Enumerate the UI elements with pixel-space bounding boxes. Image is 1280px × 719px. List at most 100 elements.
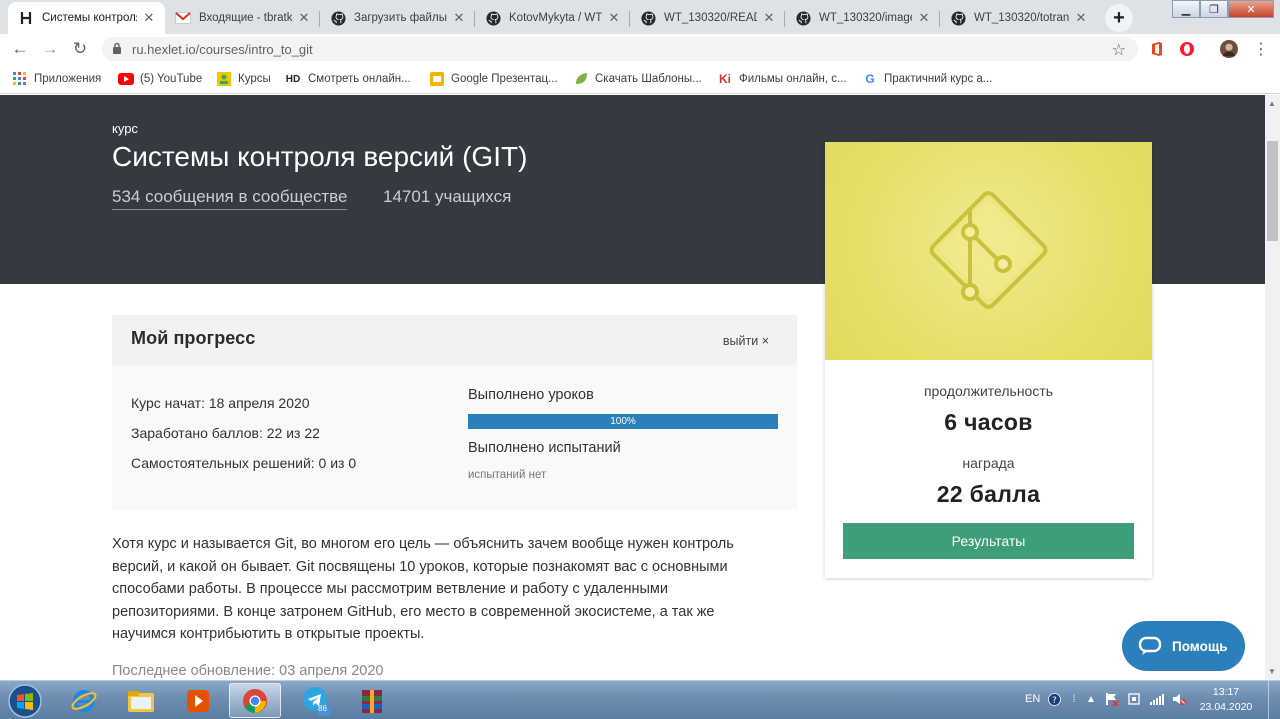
taskbar-media-player[interactable] [172, 683, 224, 718]
bookmark-courses[interactable]: Курсы [216, 71, 271, 87]
avatar[interactable] [1220, 40, 1238, 58]
progress-header: Мой прогресс выйти × [112, 315, 797, 365]
maximize-button[interactable]: ❐ [1200, 0, 1228, 18]
tab-github-totran[interactable]: WT_130320/totran ✕ [940, 2, 1097, 34]
bookmark-templates[interactable]: Скачать Шаблоны... [573, 71, 702, 87]
close-icon[interactable]: ✕ [916, 10, 932, 26]
close-icon[interactable]: ✕ [606, 10, 622, 26]
page-scrollbar[interactable]: ▲ ▼ [1265, 95, 1280, 680]
menu-kebab-icon[interactable]: ⋮ [1250, 38, 1272, 60]
volume-muted-icon[interactable] [1172, 692, 1186, 706]
bookmark-youtube[interactable]: (5) YouTube [118, 71, 202, 87]
git-logo-banner [825, 142, 1152, 360]
tab-github-kotov[interactable]: KotovMykyta / WT_ ✕ [475, 2, 630, 34]
scroll-down-arrow-icon[interactable]: ▼ [1268, 667, 1276, 676]
chrome-icon [243, 688, 267, 713]
close-window-button[interactable]: ✕ [1228, 0, 1274, 18]
tab-title: Входящие - tbratk [199, 12, 292, 24]
bookmark-label: Фильмы онлайн, с... [739, 73, 847, 85]
tab-title: Загрузить файлы · [354, 12, 447, 24]
bookmark-apps[interactable]: Приложения [12, 71, 101, 87]
points-earned: Заработано баллов: 22 из 22 [131, 425, 320, 441]
github-icon [950, 10, 966, 26]
bookmark-google-slides[interactable]: Google Презентац... [429, 71, 558, 87]
forward-arrow-icon[interactable]: → [39, 38, 61, 60]
courses-icon [216, 71, 232, 87]
taskbar-ie[interactable] [58, 683, 110, 718]
opera-extension-icon[interactable] [1178, 40, 1196, 58]
scroll-up-arrow-icon[interactable]: ▲ [1268, 99, 1276, 108]
device-icon[interactable] [1127, 692, 1141, 706]
reload-icon[interactable]: ↻ [69, 38, 91, 60]
git-icon [929, 191, 1048, 309]
system-clock[interactable]: 13:17 23.04.2020 [1196, 685, 1256, 715]
signal-bars-icon[interactable] [1150, 692, 1164, 706]
tab-title: KotovMykyta / WT_ [509, 12, 602, 24]
network-flag-icon[interactable] [1105, 692, 1119, 706]
taskbar-winrar[interactable] [346, 683, 398, 718]
tab-github-readme[interactable]: WT_130320/READM ✕ [630, 2, 785, 34]
progress-card: Мой прогресс выйти × Курс начат: 18 апре… [112, 315, 797, 510]
tab-systems[interactable]: Системы контроля версий ✕ [8, 2, 165, 34]
close-icon[interactable]: ✕ [296, 10, 312, 26]
page-title: Системы контроля версий (GIT) [112, 141, 528, 172]
hd-icon: HD [285, 73, 301, 85]
course-description: Хотя курс и называется Git, во многом ег… [112, 536, 734, 642]
tab-github-upload[interactable]: Загрузить файлы · ✕ [320, 2, 475, 34]
kinogo-icon: Ki [719, 72, 731, 86]
bookmark-label: Курсы [238, 73, 271, 85]
bookmark-label: Google Презентац... [451, 73, 558, 85]
close-icon[interactable]: ✕ [1073, 10, 1089, 26]
leaf-icon [573, 71, 589, 87]
tray-expand-icon[interactable]: ⁞ [1067, 692, 1081, 706]
bookmark-films[interactable]: Ki Фильмы онлайн, с... [717, 71, 847, 87]
chat-bubble-icon [1138, 636, 1162, 656]
course-summary-card: продолжительность 6 часов награда 22 бал… [825, 142, 1152, 578]
google-slides-icon [429, 71, 445, 87]
new-tab-button[interactable]: + [1105, 4, 1133, 32]
svg-text:?: ? [1052, 696, 1057, 706]
close-icon[interactable]: ✕ [141, 10, 157, 26]
community-link[interactable]: 534 сообщения в сообществе [112, 187, 348, 210]
help-button[interactable]: Помощь [1122, 621, 1245, 671]
youtube-icon [118, 71, 134, 87]
duration-value: 6 часов [944, 409, 1033, 435]
office-extension-icon[interactable] [1148, 40, 1166, 58]
back-arrow-icon[interactable]: ← [9, 38, 31, 60]
address-bar[interactable]: ru.hexlet.io/courses/intro_to_git ☆ [102, 37, 1138, 61]
chevron-up-icon[interactable]: ▲ [1084, 692, 1098, 706]
bookmark-label: Приложения [34, 73, 102, 85]
help-label: Помощь [1172, 638, 1228, 654]
clock-date: 23.04.2020 [1199, 701, 1253, 713]
media-player-icon [187, 689, 209, 712]
language-indicator[interactable]: EN [1025, 693, 1040, 705]
github-icon [485, 10, 501, 26]
show-desktop-button[interactable] [1268, 681, 1280, 719]
github-icon [795, 10, 811, 26]
close-icon[interactable]: ✕ [451, 10, 467, 26]
tests-label: Выполнено испытаний [468, 440, 621, 456]
independent-solutions: Самостоятельных решений: 0 из 0 [131, 455, 357, 471]
bookmark-star-icon[interactable]: ☆ [1112, 40, 1126, 60]
start-button[interactable] [4, 683, 46, 718]
logout-button[interactable]: выйти × [723, 334, 769, 348]
duration-label: продолжительность [923, 383, 1054, 399]
lessons-label: Выполнено уроков [468, 387, 594, 403]
lessons-progress-fill: 100% [468, 414, 778, 429]
tab-gmail[interactable]: Входящие - tbratk ✕ [165, 2, 320, 34]
bookmark-label: Практичний курс а... [884, 73, 993, 85]
taskbar-chrome[interactable] [229, 683, 281, 718]
taskbar-telegram[interactable]: 86 [290, 683, 342, 718]
tab-title: WT_130320/totran [974, 12, 1069, 24]
taskbar-explorer[interactable] [115, 683, 167, 718]
results-button[interactable]: Результаты [843, 523, 1134, 559]
minimize-button[interactable]: ▁ [1172, 0, 1200, 18]
bookmark-practical-course[interactable]: G Практичний курс а... [862, 71, 992, 87]
help-circle-icon[interactable]: ? [1047, 692, 1061, 706]
close-icon[interactable]: ✕ [761, 10, 777, 26]
bookmark-hd[interactable]: HD Смотреть онлайн... [284, 71, 411, 87]
course-kicker: курс [112, 121, 138, 136]
tab-github-image[interactable]: WT_130320/image ✕ [785, 2, 940, 34]
ie-icon [71, 689, 97, 712]
scroll-thumb[interactable] [1267, 141, 1278, 241]
